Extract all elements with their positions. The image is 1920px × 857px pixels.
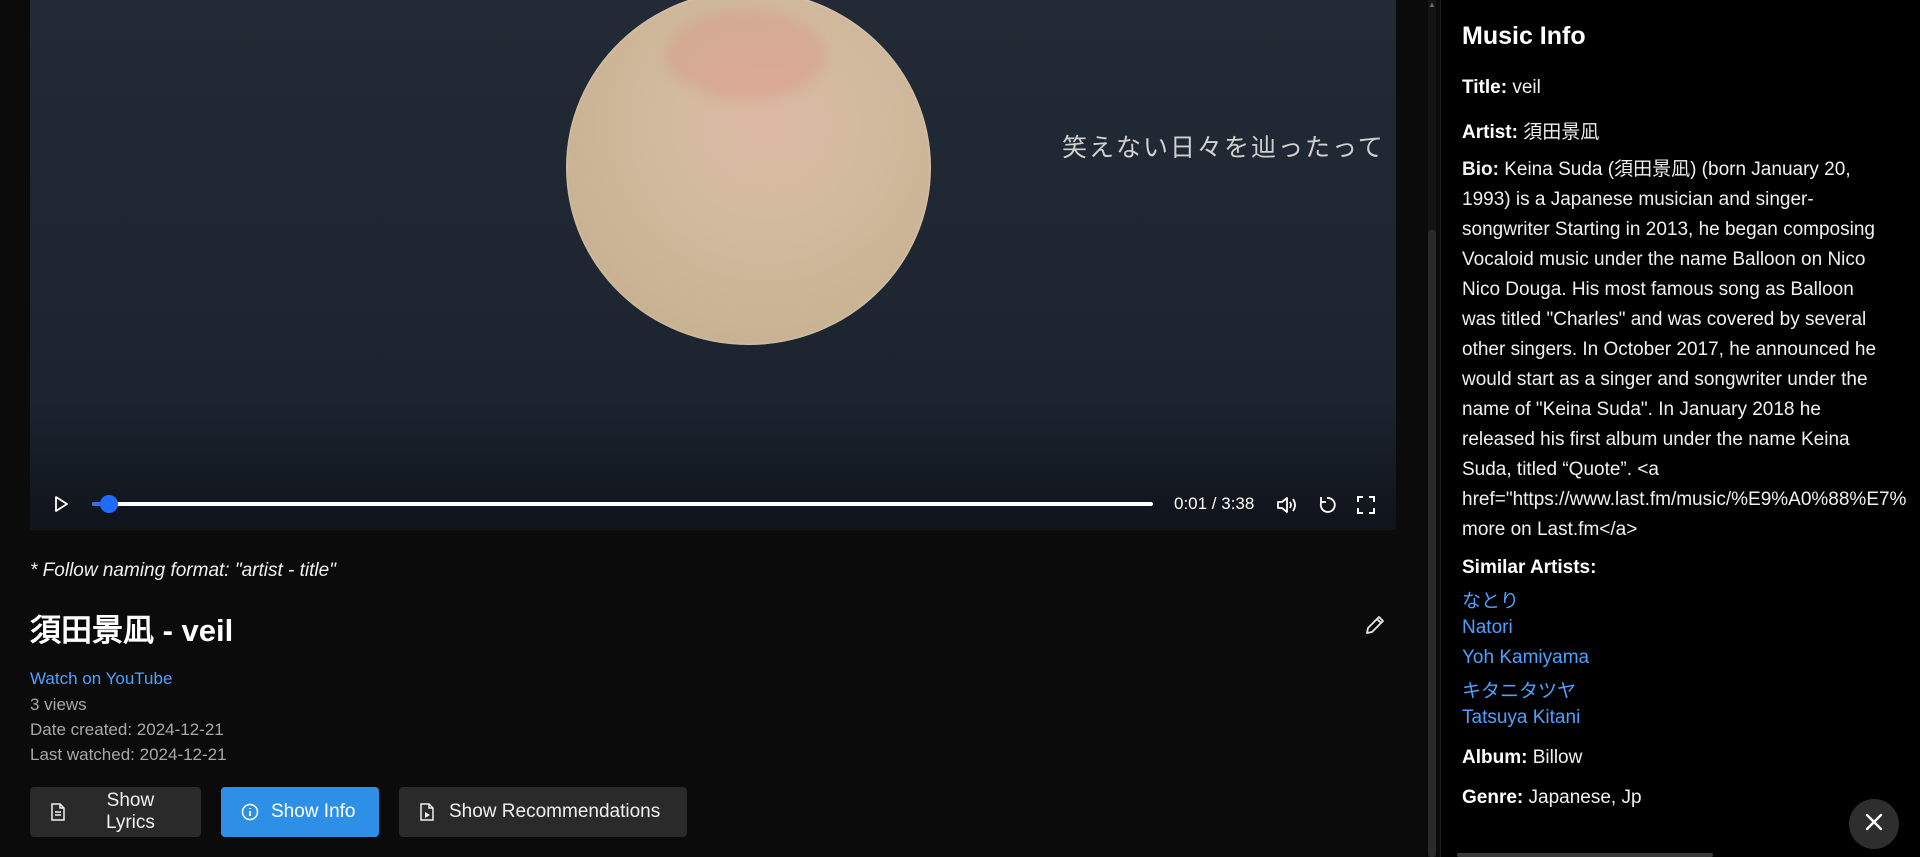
similar-artists-heading: Similar Artists: (1462, 557, 1596, 579)
watch-on-youtube-link[interactable]: Watch on YouTube (30, 669, 172, 689)
scroll-up-arrow[interactable]: ▲ (1428, 0, 1436, 10)
panel-heading: Music Info (1462, 22, 1586, 50)
bio-line: more on Last.fm</a> (1462, 519, 1638, 540)
bio-line: name of "Keina Suda". In January 2018 he (1462, 399, 1821, 420)
bio-line: 1993) is a Japanese musician and singer- (1462, 189, 1814, 210)
bio-line: other singers. In October 2017, he annou… (1462, 339, 1877, 360)
view-count: 3 views (30, 695, 87, 714)
similar-artist-link[interactable]: Tatsuya Kitani (1462, 707, 1580, 729)
show-info-button[interactable]: Show Info (221, 787, 379, 837)
info-title: Title: veil (1462, 77, 1541, 99)
info-icon (241, 803, 259, 821)
play-icon[interactable] (49, 492, 73, 516)
similar-artist-link[interactable]: Yoh Kamiyama (1462, 647, 1589, 669)
similar-artist-link[interactable]: キタニタツヤ (1462, 676, 1576, 703)
similar-artist-link[interactable]: なとり (1462, 586, 1519, 613)
bio-text: Keina Suda (須田景凪) (born January 20, (1504, 159, 1851, 180)
naming-format-note: * Follow naming format: "artist - title" (30, 560, 336, 581)
artist-label: Artist: (1462, 122, 1518, 143)
show-lyrics-button[interactable]: Show Lyrics (30, 787, 201, 837)
panel-bottom-scrollbar[interactable] (1457, 853, 1713, 857)
bio-line: songwriter Starting in 2013, he began co… (1462, 219, 1875, 240)
genre-label: Genre: (1462, 787, 1524, 808)
music-info-panel: Music Info Title: veil Artist: 須田景凪 Bio:… (1440, 0, 1920, 857)
replay-icon[interactable] (1315, 493, 1339, 517)
info-genre: Genre: Japanese, Jp (1462, 787, 1642, 809)
similar-artists-label: Similar Artists: (1462, 557, 1597, 578)
genre-value: Japanese, Jp (1528, 787, 1642, 808)
title-value: veil (1512, 77, 1541, 98)
volume-icon[interactable] (1275, 493, 1299, 517)
media-file-icon (419, 803, 437, 821)
title-label: Title: (1462, 77, 1508, 98)
document-icon (50, 803, 68, 821)
similar-artist-link[interactable]: Natori (1462, 617, 1513, 639)
main-scrollbar[interactable] (1428, 0, 1436, 857)
last-watched: Last watched: 2024-12-21 (30, 745, 227, 764)
show-info-label: Show Info (271, 801, 356, 822)
close-panel-button[interactable] (1849, 799, 1899, 849)
info-album: Album: Billow (1462, 747, 1582, 769)
close-icon (1864, 812, 1884, 837)
info-bio: Bio: Keina Suda (須田景凪) (born January 20,… (1462, 155, 1920, 545)
bio-line: Suda, titled “Quote”. <a (1462, 459, 1659, 480)
album-value: Billow (1532, 747, 1583, 768)
show-lyrics-label: Show Lyrics (105, 790, 155, 833)
bio-line: Nico Douga. His most famous song as Ball… (1462, 279, 1854, 300)
bio-line: href="https://www.last.fm/music/%E9%A0%8… (1462, 489, 1907, 510)
main-content: 笑えない日々を辿ったって 0:01 / 3:38 * Follow naming… (0, 0, 1425, 857)
progress-knob[interactable] (100, 495, 119, 513)
bio-line: released his first album under the name … (1462, 429, 1850, 450)
video-caption: 笑えない日々を辿ったって (1062, 133, 1385, 162)
bio-label: Bio: (1462, 159, 1499, 180)
artist-value: 須田景凪 (1523, 122, 1600, 143)
bio-line: was titled "Charles" and was covered by … (1462, 309, 1867, 330)
bio-line: would start as a singer and songwriter u… (1462, 369, 1868, 390)
moon-blush (666, 10, 826, 100)
video-player[interactable]: 笑えない日々を辿ったって 0:01 / 3:38 (30, 0, 1396, 530)
bio-line: Vocaloid music under the name Balloon on… (1462, 249, 1866, 270)
edit-title-icon[interactable] (1364, 614, 1388, 638)
bio-line: Bio: Keina Suda (須田景凪) (born January 20, (1462, 155, 1920, 185)
show-recommendations-button[interactable]: Show Recommendations (399, 787, 687, 837)
time-display: 0:01 / 3:38 (1174, 494, 1255, 513)
info-artist: Artist: 須田景凪 (1462, 117, 1599, 144)
progress-bar[interactable] (92, 495, 1153, 513)
video-frame-moon (566, 0, 931, 345)
show-recommendations-label: Show Recommendations (449, 801, 661, 822)
date-created: Date created: 2024-12-21 (30, 720, 224, 739)
scrollbar-thumb[interactable] (1428, 230, 1436, 857)
album-label: Album: (1462, 747, 1528, 768)
song-title: 須田景凪 - veil (30, 613, 234, 648)
fullscreen-icon[interactable] (1354, 493, 1378, 517)
